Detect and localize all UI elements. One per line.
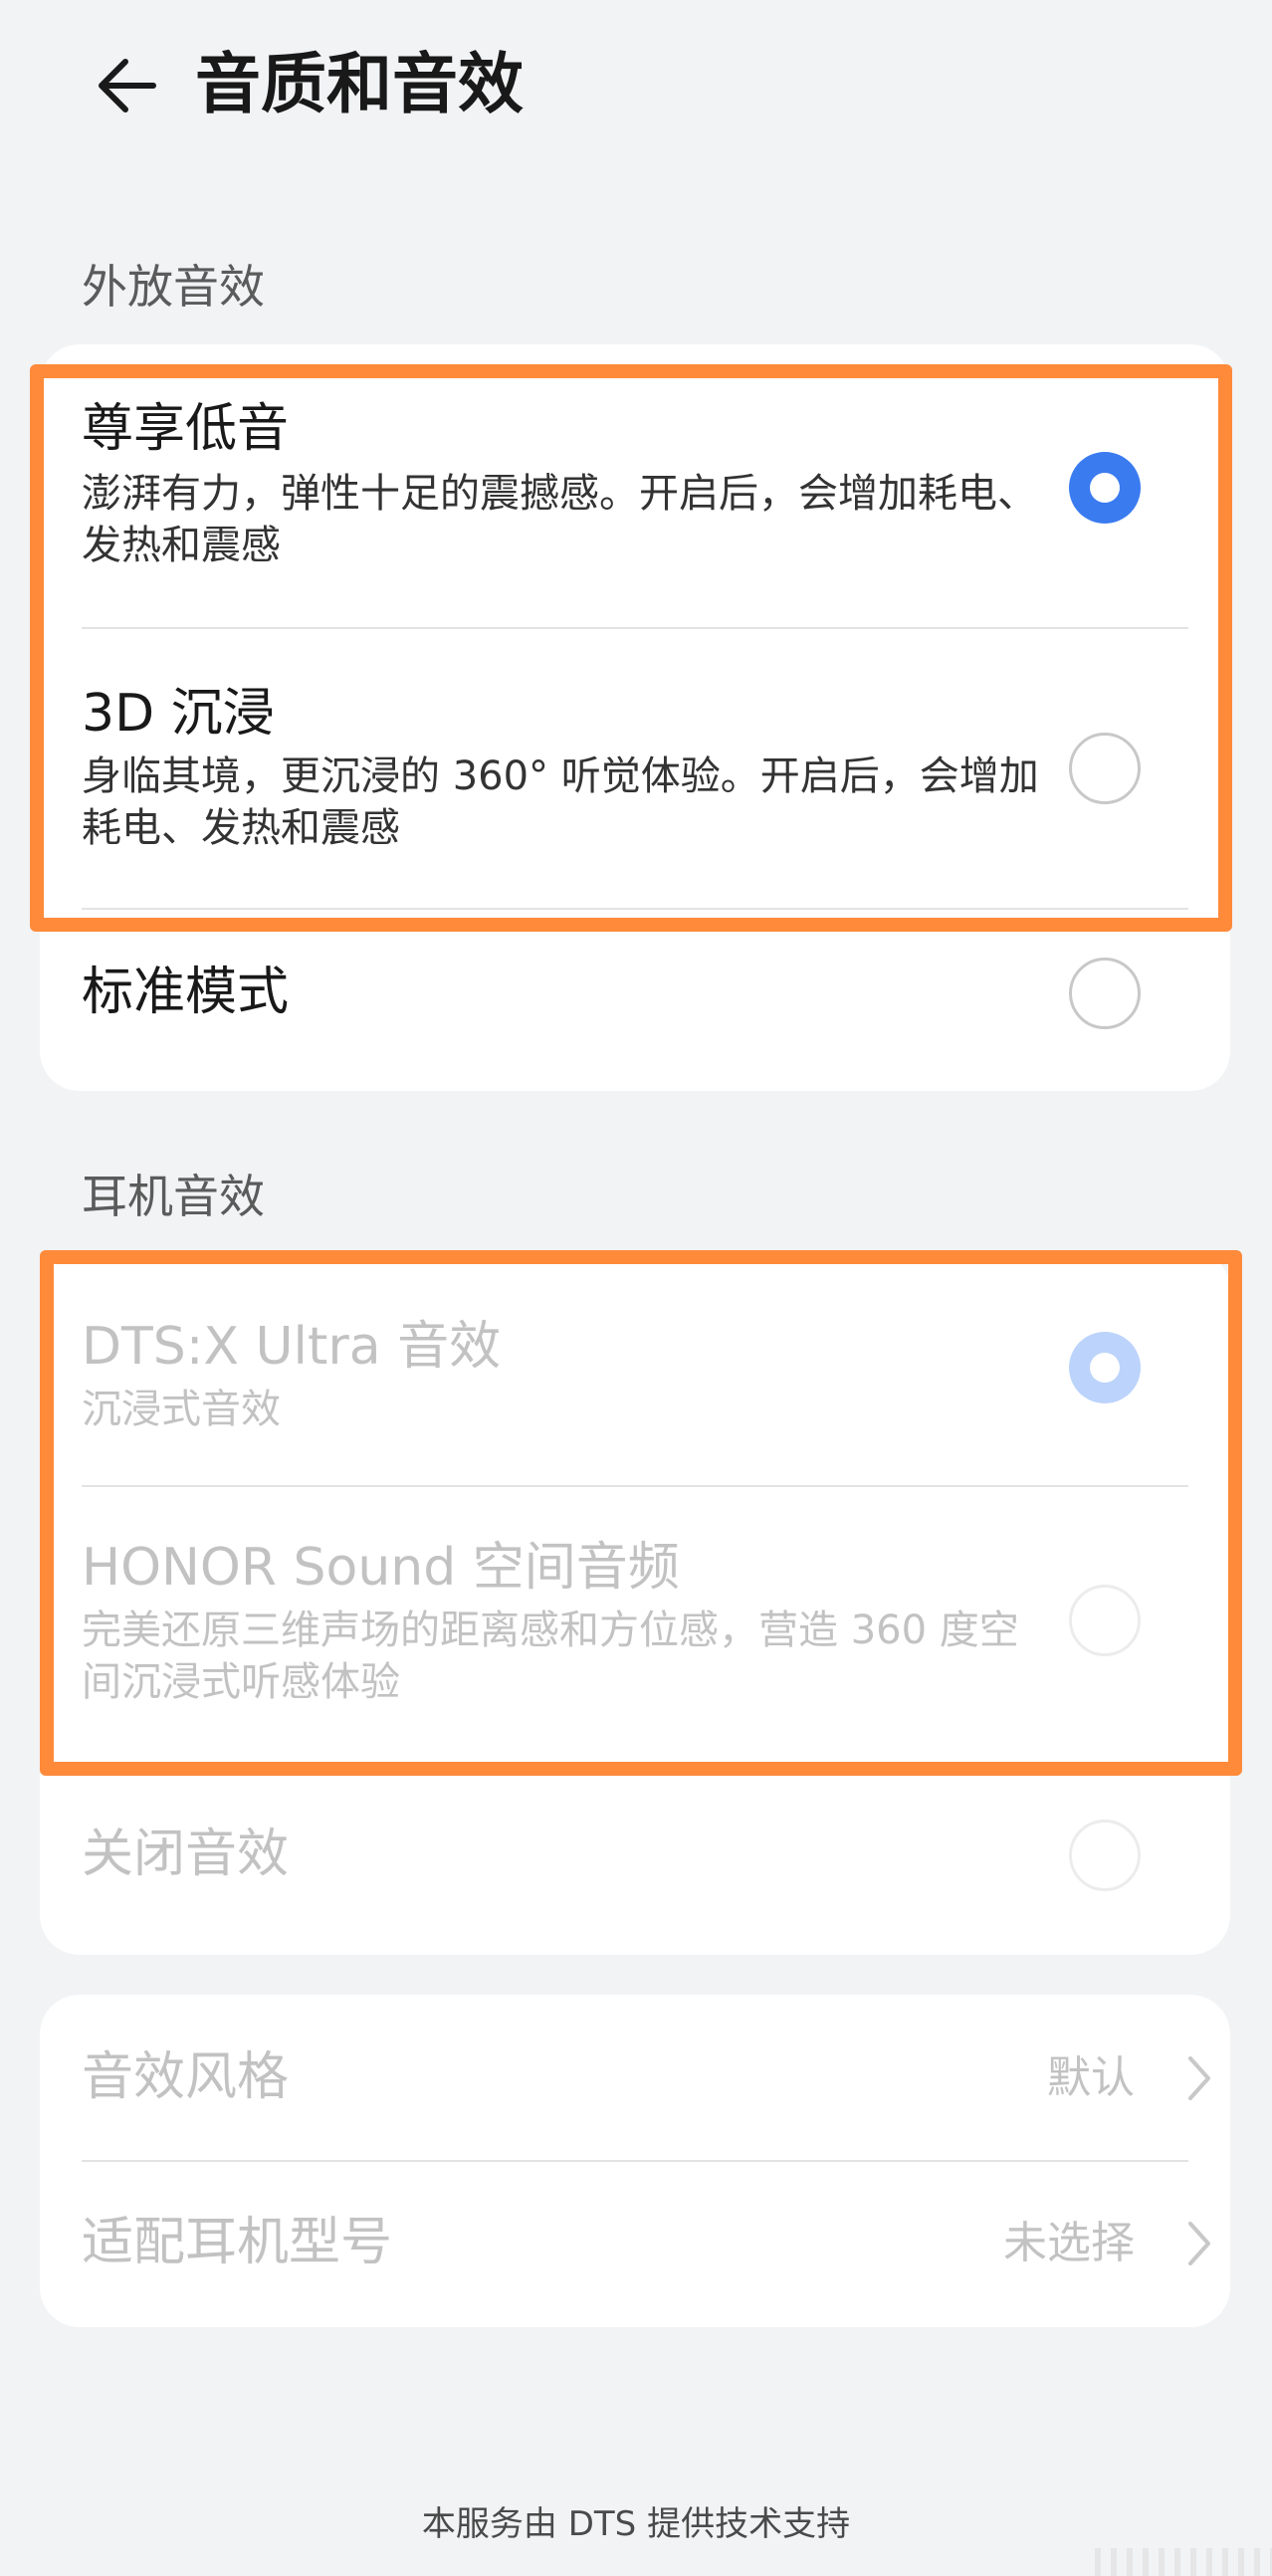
option-description: 身临其境，更沉浸的 360° 听觉体验。开启后，会增加耗电、发热和震感 [82,753,1039,851]
chevron-right-icon [1188,2222,1210,2265]
option-bass-boost[interactable]: 尊享低音 澎湃有力，弹性十足的震撼感。开启后，会增加耗电、发热和震感 [40,344,1230,627]
radio-selected-disabled[interactable] [1069,1332,1141,1403]
audio-settings-card: 音效风格 默认 适配耳机型号 未选择 [40,1995,1230,2327]
radio-unselected[interactable] [1069,958,1141,1029]
chevron-right-icon [1188,2056,1210,2100]
home-indicator [1095,2548,1272,2576]
setting-value: 未选择 [1003,2218,1135,2268]
option-title: 3D 沉浸 [82,684,275,744]
option-title: HONOR Sound 空间音频 [82,1538,680,1598]
option-title: 标准模式 [82,963,290,1022]
setting-title: 音效风格 [82,2047,290,2107]
setting-effect-style[interactable]: 音效风格 默认 [40,1995,1230,2160]
radio-selected[interactable] [1069,452,1141,524]
page-title: 音质和音效 [195,46,524,122]
option-3d-immersive[interactable]: 3D 沉浸 身临其境，更沉浸的 360° 听觉体验。开启后，会增加耗电、发热和震… [40,629,1230,908]
setting-value: 默认 [1047,2052,1135,2103]
option-standard-mode[interactable]: 标准模式 [40,910,1230,1091]
setting-headphone-model[interactable]: 适配耳机型号 未选择 [40,2162,1230,2327]
headphone-effects-card: DTS:X Ultra 音效 沉浸式音效 HONOR Sound 空间音频 完美… [40,1250,1230,1955]
app-header: 音质和音效 [0,0,1272,169]
radio-unselected[interactable] [1069,733,1141,804]
option-description: 沉浸式音效 [82,1387,281,1432]
back-button[interactable] [80,38,175,133]
option-description: 完美还原三维声场的距离感和方位感，营造 360 度空间沉浸式听感体验 [82,1608,1019,1705]
option-title: 关闭音效 [82,1825,290,1884]
setting-title: 适配耳机型号 [82,2213,393,2272]
arrow-left-icon [99,59,156,112]
option-title: DTS:X Ultra 音效 [82,1317,502,1377]
option-description: 澎湃有力，弹性十足的震撼感。开启后，会增加耗电、发热和震感 [82,471,1037,568]
option-honor-sound-spatial[interactable]: HONOR Sound 空间音频 完美还原三维声场的距离感和方位感，营造 360… [40,1487,1230,1768]
option-effects-off[interactable]: 关闭音效 [40,1770,1230,1955]
option-dtsx-ultra[interactable]: DTS:X Ultra 音效 沉浸式音效 [40,1250,1230,1485]
footer-attribution: 本服务由 DTS 提供技术支持 [421,2504,851,2544]
section-label-speaker: 外放音效 [82,260,265,314]
radio-unselected-disabled[interactable] [1069,1585,1141,1656]
speaker-effects-card: 尊享低音 澎湃有力，弹性十足的震撼感。开启后，会增加耗电、发热和震感 3D 沉浸… [40,344,1230,1091]
section-label-headphone: 耳机音效 [82,1170,265,1223]
option-title: 尊享低音 [82,399,290,459]
radio-unselected-disabled[interactable] [1069,1820,1141,1891]
